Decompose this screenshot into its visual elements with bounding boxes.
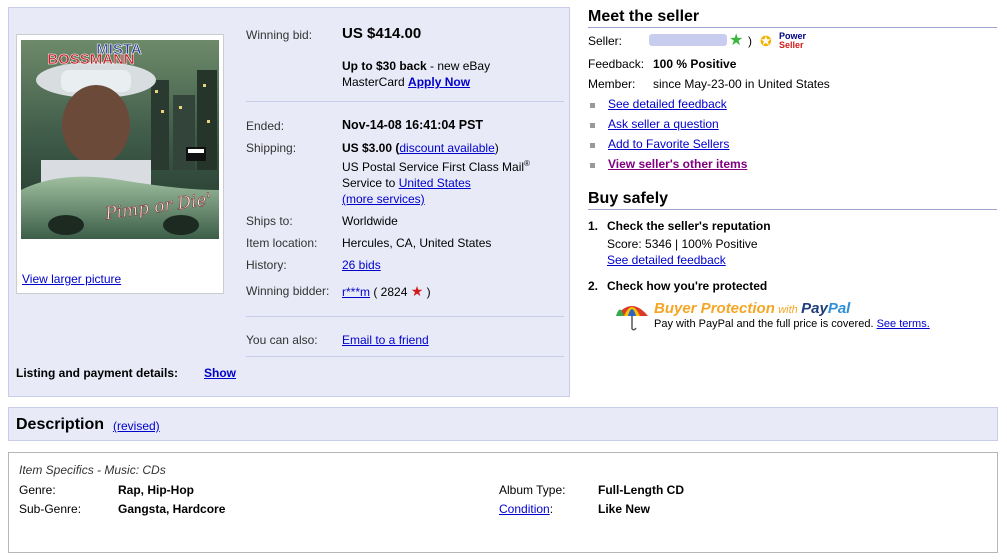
seller-paren-close: ) <box>748 34 752 48</box>
power-seller-line2: Seller <box>779 40 804 50</box>
buyer-protection-desc: Pay with PayPal and the full price is co… <box>654 318 930 330</box>
shipping-paren-close: ) <box>494 141 499 155</box>
step2-number: 2. <box>588 279 599 293</box>
section-rule <box>588 209 997 210</box>
shipping-details: US $3.00 (discount available) US Postal … <box>342 140 567 207</box>
feedback-label: Feedback: <box>588 57 645 71</box>
bidder-score-close: ) <box>423 285 431 299</box>
listing-show-link[interactable]: Show <box>204 366 236 380</box>
red-star-icon: ★ <box>410 283 424 299</box>
condition-link[interactable]: Condition <box>499 502 550 516</box>
power-seller-badge[interactable]: ✪ Power Seller <box>760 32 812 52</box>
winning-bidder-link[interactable]: r***m <box>342 285 370 299</box>
buyer-protection-logo[interactable]: Buyer Protection with PayPal <box>654 300 850 317</box>
condition-value: Like New <box>598 502 651 516</box>
album-cover-art: MISTA BOSSMANN Pimp or Die' <box>21 40 219 239</box>
bid-history-link[interactable]: 26 bids <box>342 258 381 272</box>
mastercard-promo: Up to $30 back - new eBay MasterCard App… <box>342 58 562 90</box>
promo-headline: Up to $30 back <box>342 59 427 73</box>
cover-name-text: BOSSMANN <box>47 51 135 68</box>
member-label: Member: <box>588 77 636 91</box>
buyer-protection-with: with <box>778 304 798 316</box>
item-specifics-box: Item Specifics - Music: CDs Genre: Rap, … <box>8 452 998 553</box>
shipping-cost: US $3.00 ( <box>342 141 400 155</box>
paypal-logo-pal: Pal <box>827 300 851 317</box>
meet-seller-heading: Meet the seller <box>588 8 700 25</box>
buyer-protection-text: Buyer Protection <box>654 300 775 317</box>
ships-to-value: Worldwide <box>342 214 398 228</box>
step2-title: Check how you're protected <box>607 279 768 293</box>
winning-bid-value: US $414.00 <box>342 25 422 42</box>
history-label: History: <box>246 258 287 272</box>
album-type-label: Album Type: <box>499 483 566 497</box>
buyer-protection-desc-text: Pay with PayPal and the full price is co… <box>654 318 874 330</box>
feedback-value: 100 % Positive <box>653 57 737 71</box>
step1-number: 1. <box>588 219 599 233</box>
seller-link-ask-question[interactable]: Ask seller a question <box>608 117 719 131</box>
see-terms-link[interactable]: See terms. <box>877 318 930 330</box>
more-services-link[interactable]: (more services) <box>342 192 425 206</box>
description-revised-link[interactable]: (revised) <box>113 419 160 433</box>
apply-now-link[interactable]: Apply Now <box>408 75 470 89</box>
promo-line2: MasterCard <box>342 75 409 89</box>
item-image[interactable]: MISTA BOSSMANN Pimp or Die' <box>21 40 219 239</box>
power-seller-icon: ✪ <box>760 33 772 49</box>
condition-colon: : <box>549 502 554 516</box>
bullet-icon <box>590 163 595 168</box>
seller-link-detailed-feedback[interactable]: See detailed feedback <box>608 97 727 111</box>
album-type-value: Full-Length CD <box>598 483 684 497</box>
shipping-service-to: Service to <box>342 176 399 190</box>
subgenre-label: Sub-Genre: <box>19 502 82 516</box>
ships-to-label: Ships to: <box>246 214 293 228</box>
member-value: since May-23-00 in United States <box>653 77 830 91</box>
buy-safely-heading: Buy safely <box>588 190 669 207</box>
bullet-icon <box>590 103 595 108</box>
email-to-friend-link[interactable]: Email to a friend <box>342 333 429 347</box>
seller-link-add-favorite[interactable]: Add to Favorite Sellers <box>608 137 729 151</box>
winning-bid-label: Winning bid: <box>246 28 313 42</box>
winning-bidder: r***m ( 2824 ★ ) <box>342 283 431 300</box>
winning-bidder-label: Winning bidder: <box>246 284 330 298</box>
divider <box>246 101 564 102</box>
bidder-feedback-score: ( 2824 <box>370 285 411 299</box>
seller-name-redacted[interactable] <box>649 34 727 46</box>
green-star-icon: ★ <box>729 32 744 49</box>
ended-label: Ended: <box>246 119 285 133</box>
listing-payment-label: Listing and payment details: <box>16 366 179 380</box>
umbrella-icon <box>614 300 650 332</box>
item-location-label: Item location: <box>246 236 318 250</box>
subgenre-value: Gangsta, Hardcore <box>118 502 226 516</box>
bullet-icon <box>590 143 595 148</box>
genre-value: Rap, Hip-Hop <box>118 483 194 497</box>
bullet-icon <box>590 123 595 128</box>
condition-label-wrap: Condition: <box>499 502 553 516</box>
description-heading: Description <box>16 416 105 433</box>
description-header: Description (revised) <box>8 407 998 441</box>
paypal-logo-pay: Pay <box>801 300 828 317</box>
divider <box>246 316 564 317</box>
step1-feedback-link[interactable]: See detailed feedback <box>607 253 726 267</box>
item-location-value: Hercules, CA, United States <box>342 236 492 250</box>
shipping-country-link[interactable]: United States <box>399 176 471 190</box>
genre-label: Genre: <box>19 483 56 497</box>
step1-score: Score: 5346 | 100% Positive <box>607 237 758 251</box>
seller-link-other-items[interactable]: View seller's other items <box>608 157 747 171</box>
shipping-label: Shipping: <box>246 141 297 155</box>
ended-value: Nov-14-08 16:41:04 PST <box>342 118 484 132</box>
view-larger-picture-link[interactable]: View larger picture <box>22 272 121 286</box>
item-specifics-title: Item Specifics - Music: CDs <box>19 463 166 477</box>
registered-mark: ® <box>524 159 530 168</box>
promo-headline-rest: - new eBay <box>426 59 491 73</box>
you-can-also-label: You can also: <box>246 333 318 347</box>
section-rule <box>588 27 997 28</box>
discount-available-link[interactable]: discount available <box>399 141 494 155</box>
shipping-service: US Postal Service First Class Mail <box>342 160 525 174</box>
step1-title: Check the seller's reputation <box>607 219 771 233</box>
divider <box>246 356 564 357</box>
seller-label: Seller: <box>588 34 623 48</box>
